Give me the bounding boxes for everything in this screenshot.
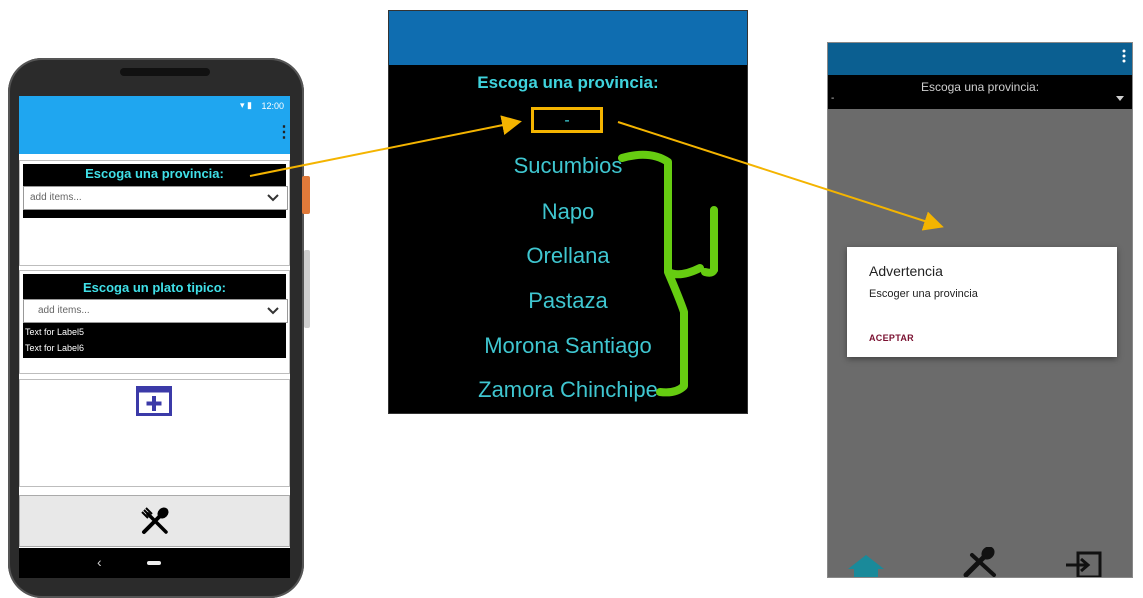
- annotation-overlay: [249, 115, 944, 397]
- green-mark-annotation: [701, 206, 718, 277]
- arrow-to-list: [249, 115, 522, 177]
- green-bracket-annotation: [618, 150, 704, 397]
